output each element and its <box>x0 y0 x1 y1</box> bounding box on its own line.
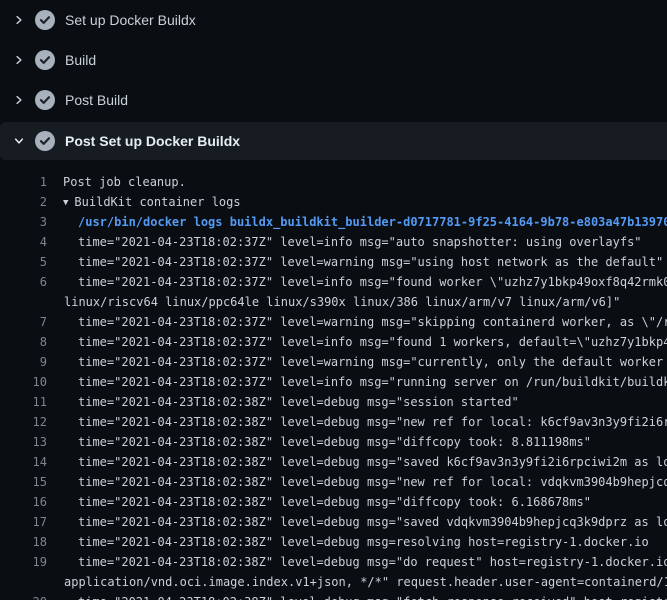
log-text: time="2021-04-23T18:02:38Z" level=debug … <box>47 552 667 572</box>
log-text: linux/riscv64 linux/ppc64le linux/s390x … <box>47 292 667 312</box>
log-text: time="2021-04-23T18:02:37Z" level=warnin… <box>47 252 667 272</box>
line-number[interactable]: 2 <box>0 192 47 212</box>
line-number[interactable]: 9 <box>0 352 47 372</box>
log-text: time="2021-04-23T18:02:38Z" level=debug … <box>47 512 667 532</box>
step-label: Post Set up Docker Buildx <box>65 133 240 149</box>
line-number <box>0 572 47 592</box>
log-text: Post job cleanup. <box>47 172 667 192</box>
log-line: 11time="2021-04-23T18:02:38Z" level=debu… <box>0 392 667 412</box>
line-number[interactable]: 10 <box>0 372 47 392</box>
line-number[interactable]: 11 <box>0 392 47 412</box>
log-text: time="2021-04-23T18:02:37Z" level=info m… <box>47 272 667 292</box>
log-text: time="2021-04-23T18:02:38Z" level=debug … <box>47 412 667 432</box>
log-text: time="2021-04-23T18:02:37Z" level=info m… <box>47 372 667 392</box>
log-text: /usr/bin/docker logs buildx_buildkit_bui… <box>47 212 667 232</box>
log-text: time="2021-04-23T18:02:38Z" level=debug … <box>47 392 667 412</box>
log-line: 3/usr/bin/docker logs buildx_buildkit_bu… <box>0 212 667 232</box>
log-line: 20time="2021-04-23T18:02:38Z" level=debu… <box>0 592 667 600</box>
log-text: time="2021-04-23T18:02:37Z" level=info m… <box>47 232 667 252</box>
log-text: time="2021-04-23T18:02:38Z" level=debug … <box>47 492 667 512</box>
line-number[interactable]: 5 <box>0 252 47 272</box>
log-line: 16time="2021-04-23T18:02:38Z" level=debu… <box>0 492 667 512</box>
log-text: time="2021-04-23T18:02:37Z" level=warnin… <box>47 312 667 332</box>
log-line: 9time="2021-04-23T18:02:37Z" level=warni… <box>0 352 667 372</box>
line-number[interactable]: 4 <box>0 232 47 252</box>
log-line-continuation: linux/riscv64 linux/ppc64le linux/s390x … <box>0 292 667 312</box>
line-number[interactable]: 15 <box>0 472 47 492</box>
step-row-set-up-docker-buildx[interactable]: Set up Docker Buildx <box>0 0 667 40</box>
log-text: time="2021-04-23T18:02:38Z" level=debug … <box>47 472 667 492</box>
line-number[interactable]: 12 <box>0 412 47 432</box>
log-text: ▼ BuildKit container logs <box>47 192 667 212</box>
log-line: 1Post job cleanup. <box>0 172 667 192</box>
step-row-build[interactable]: Build <box>0 40 667 80</box>
line-number[interactable]: 6 <box>0 272 47 292</box>
log-text: time="2021-04-23T18:02:37Z" level=warnin… <box>47 352 667 372</box>
log-line: 7time="2021-04-23T18:02:37Z" level=warni… <box>0 312 667 332</box>
group-label[interactable]: BuildKit container logs <box>74 195 240 209</box>
line-number <box>0 292 47 312</box>
chevron-right-icon <box>12 13 26 27</box>
log-line: 17time="2021-04-23T18:02:38Z" level=debu… <box>0 512 667 532</box>
log-line: 15time="2021-04-23T18:02:38Z" level=debu… <box>0 472 667 492</box>
log-text: time="2021-04-23T18:02:38Z" level=debug … <box>47 432 667 452</box>
chevron-right-icon <box>12 93 26 107</box>
log-text: time="2021-04-23T18:02:38Z" level=debug … <box>47 452 667 472</box>
check-circle-icon <box>35 131 55 151</box>
line-number[interactable]: 19 <box>0 552 47 572</box>
log-line: 19time="2021-04-23T18:02:38Z" level=debu… <box>0 552 667 572</box>
check-circle-icon <box>35 10 55 30</box>
log-text: time="2021-04-23T18:02:37Z" level=info m… <box>47 332 667 352</box>
line-number[interactable]: 18 <box>0 532 47 552</box>
check-circle-icon <box>35 50 55 70</box>
log-text: application/vnd.oci.image.index.v1+json,… <box>47 572 667 592</box>
step-list: Set up Docker Buildx Build Post Build Post … <box>0 0 667 160</box>
log-line: 8time="2021-04-23T18:02:37Z" level=info … <box>0 332 667 352</box>
line-number[interactable]: 3 <box>0 212 47 232</box>
log-line-continuation: application/vnd.oci.image.index.v1+json,… <box>0 572 667 592</box>
log-line: 12time="2021-04-23T18:02:38Z" level=debu… <box>0 412 667 432</box>
line-number[interactable]: 1 <box>0 172 47 192</box>
line-number[interactable]: 17 <box>0 512 47 532</box>
log-line: 2 ▼ BuildKit container logs <box>0 192 667 212</box>
step-label: Set up Docker Buildx <box>65 12 196 28</box>
group-collapse-caret-icon[interactable]: ▼ <box>63 193 68 212</box>
log-line: 13time="2021-04-23T18:02:38Z" level=debu… <box>0 432 667 452</box>
log-area: 1Post job cleanup.2 ▼ BuildKit container l… <box>0 160 667 600</box>
step-row-post-set-up-docker-buildx[interactable]: Post Set up Docker Buildx <box>0 122 667 160</box>
step-row-post-build[interactable]: Post Build <box>0 80 667 120</box>
log-line: 10time="2021-04-23T18:02:37Z" level=info… <box>0 372 667 392</box>
step-label: Build <box>65 52 96 68</box>
line-number[interactable]: 20 <box>0 592 47 600</box>
line-number[interactable]: 13 <box>0 432 47 452</box>
log-line: 6time="2021-04-23T18:02:37Z" level=info … <box>0 272 667 292</box>
check-circle-icon <box>35 90 55 110</box>
log-line: 4time="2021-04-23T18:02:37Z" level=info … <box>0 232 667 252</box>
step-label: Post Build <box>65 92 128 108</box>
line-number[interactable]: 14 <box>0 452 47 472</box>
chevron-right-icon <box>12 53 26 67</box>
chevron-down-icon <box>12 134 26 148</box>
log-line: 14time="2021-04-23T18:02:38Z" level=debu… <box>0 452 667 472</box>
line-number[interactable]: 16 <box>0 492 47 512</box>
log-line: 18time="2021-04-23T18:02:38Z" level=debu… <box>0 532 667 552</box>
line-number[interactable]: 8 <box>0 332 47 352</box>
log-text: time="2021-04-23T18:02:38Z" level=debug … <box>47 592 667 600</box>
log-text: time="2021-04-23T18:02:38Z" level=debug … <box>47 532 667 552</box>
line-number[interactable]: 7 <box>0 312 47 332</box>
log-line: 5time="2021-04-23T18:02:37Z" level=warni… <box>0 252 667 272</box>
